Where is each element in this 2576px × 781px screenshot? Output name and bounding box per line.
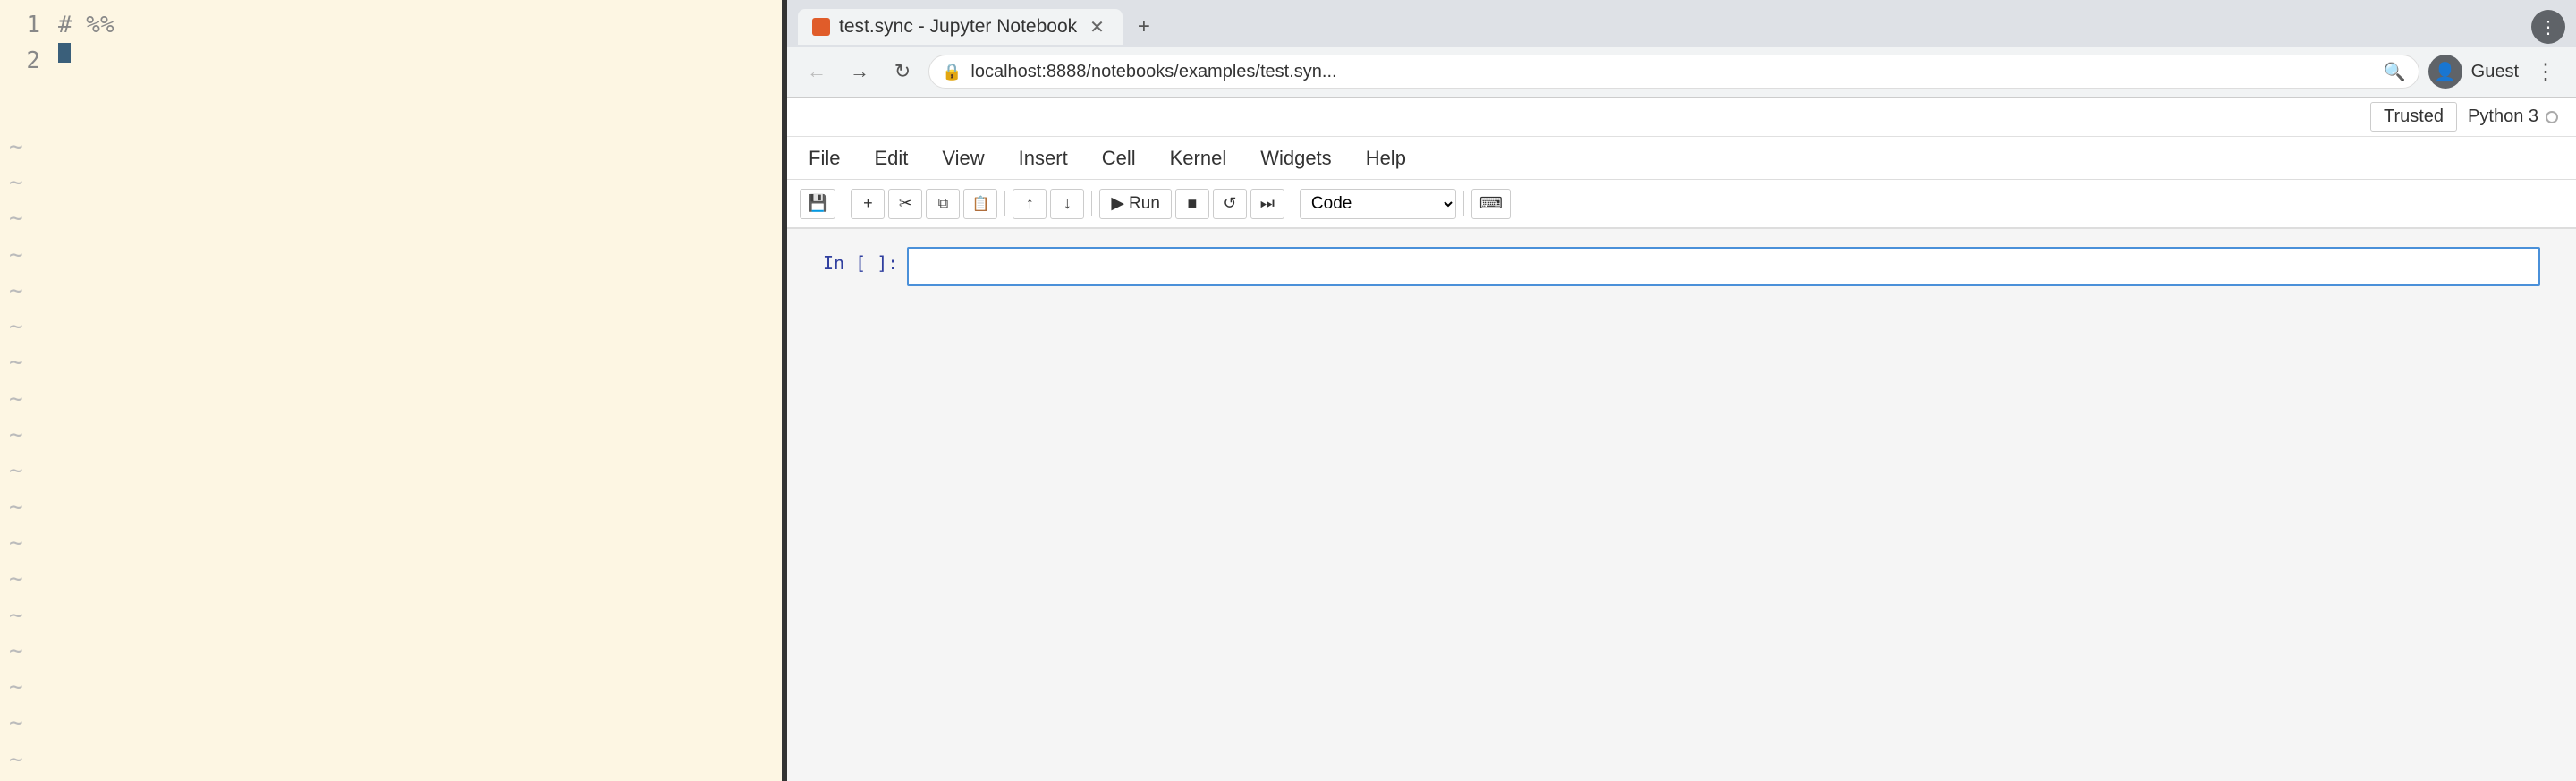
copy-icon: ⧉ [938,196,948,212]
kernel-label: Python 3 [2468,106,2538,127]
address-text: localhost:8888/notebooks/examples/test.s… [970,62,1336,82]
editor-line-1: # %% [58,7,782,43]
menu-edit[interactable]: Edit [870,141,911,175]
keyboard-shortcut-button[interactable]: ⌨ [1471,189,1511,219]
jupyter-menubar: File Edit View Insert Cell Kernel Widget… [787,137,2576,180]
toolbar-separator-2 [1004,191,1005,216]
back-button[interactable]: ← [800,55,834,89]
code-cell-1: In [ ]: [823,247,2540,286]
jupyter-top-right: Trusted Python 3 [787,98,2576,137]
menu-help[interactable]: Help [1362,141,1410,175]
menu-cell[interactable]: Cell [1098,141,1140,175]
new-tab-button[interactable]: + [1128,11,1160,43]
guest-label: Guest [2471,62,2519,82]
search-icon: 🔍 [2384,61,2406,83]
cell-type-select[interactable]: Code Markdown Raw NBConvert Heading [1300,189,1456,219]
cut-icon: ✂ [899,194,912,213]
paste-icon: 📋 [971,195,989,213]
browser-menu-button[interactable]: ⋮ [2531,10,2565,44]
jupyter-header: Trusted Python 3 File Edit View Insert C… [787,98,2576,229]
tab-favicon [812,18,830,36]
menu-kernel[interactable]: Kernel [1166,141,1231,175]
jupyter-area: Trusted Python 3 File Edit View Insert C… [787,98,2576,781]
fast-forward-icon: ⏭ [1260,194,1275,213]
line-1-content: # %% [58,7,114,43]
trusted-button[interactable]: Trusted [2370,102,2457,132]
cell-input[interactable] [907,247,2540,286]
copy-cell-button[interactable]: ⧉ [926,189,960,219]
editor-panel: 1 2 # %% ~ ~ ~ ~ ~ ~ ~ ~ ~ ~ ~ ~ ~ ~ ~ ~… [0,0,787,781]
keyboard-icon: ⌨ [1479,194,1503,213]
browser-chrome: test.sync - Jupyter Notebook ✕ + ⋮ ← → ↻… [787,0,2576,98]
restart-run-button[interactable]: ⏭ [1250,189,1284,219]
user-avatar[interactable]: 👤 [2428,55,2462,89]
run-button[interactable]: ▶ Run [1099,189,1171,219]
tab-close-button[interactable]: ✕ [1086,14,1108,40]
run-label: Run [1129,194,1160,214]
tilde-lines: ~ ~ ~ ~ ~ ~ ~ ~ ~ ~ ~ ~ ~ ~ ~ ~ ~ ~ [0,125,782,781]
toolbar-separator-5 [1463,191,1464,216]
kernel-status-circle [2546,111,2558,123]
notebook-body: In [ ]: [787,229,2576,781]
reload-button[interactable]: ↻ [886,55,919,89]
line-number-2: 2 [9,43,40,79]
forward-button[interactable]: → [843,55,877,89]
paste-cell-button[interactable]: 📋 [963,189,997,219]
stop-button[interactable]: ■ [1175,189,1209,219]
line-number-1: 1 [9,7,40,43]
move-down-button[interactable]: ↓ [1050,189,1084,219]
arrow-up-icon: ↑ [1026,194,1034,213]
restart-icon: ↺ [1223,194,1236,213]
kernel-info: Python 3 [2468,106,2558,127]
save-icon: 💾 [808,194,827,213]
menu-file[interactable]: File [805,141,843,175]
stop-icon: ■ [1187,194,1197,213]
notebook-container: In [ ]: [787,247,2576,286]
cut-cell-button[interactable]: ✂ [888,189,922,219]
arrow-down-icon: ↓ [1063,194,1072,213]
cell-prompt: In [ ]: [823,247,907,274]
menu-view[interactable]: View [938,141,987,175]
line-numbers: 1 2 [0,0,49,125]
tab-bar: test.sync - Jupyter Notebook ✕ + ⋮ [787,0,2576,47]
browser-tab-active[interactable]: test.sync - Jupyter Notebook ✕ [798,9,1123,45]
lock-icon: 🔒 [942,63,962,81]
menu-insert[interactable]: Insert [1015,141,1072,175]
restart-button[interactable]: ↺ [1213,189,1247,219]
jupyter-toolbar: 💾 + ✂ ⧉ 📋 ↑ [787,180,2576,228]
run-icon: ▶ [1111,193,1124,214]
editor-line-2 [58,43,782,63]
browser-panel: test.sync - Jupyter Notebook ✕ + ⋮ ← → ↻… [787,0,2576,781]
address-bar-row: ← → ↻ 🔒 localhost:8888/notebooks/example… [787,47,2576,97]
cursor [58,43,71,63]
tab-title: test.sync - Jupyter Notebook [839,16,1077,38]
address-bar[interactable]: 🔒 localhost:8888/notebooks/examples/test… [928,55,2419,89]
add-cell-button[interactable]: + [851,189,885,219]
move-up-button[interactable]: ↑ [1013,189,1046,219]
toolbar-separator-3 [1091,191,1092,216]
save-button[interactable]: 💾 [800,189,835,219]
more-options-button[interactable]: ⋮ [2528,55,2563,89]
editor-text-area[interactable]: # %% [49,0,782,125]
add-icon: + [863,194,873,213]
menu-widgets[interactable]: Widgets [1257,141,1335,175]
